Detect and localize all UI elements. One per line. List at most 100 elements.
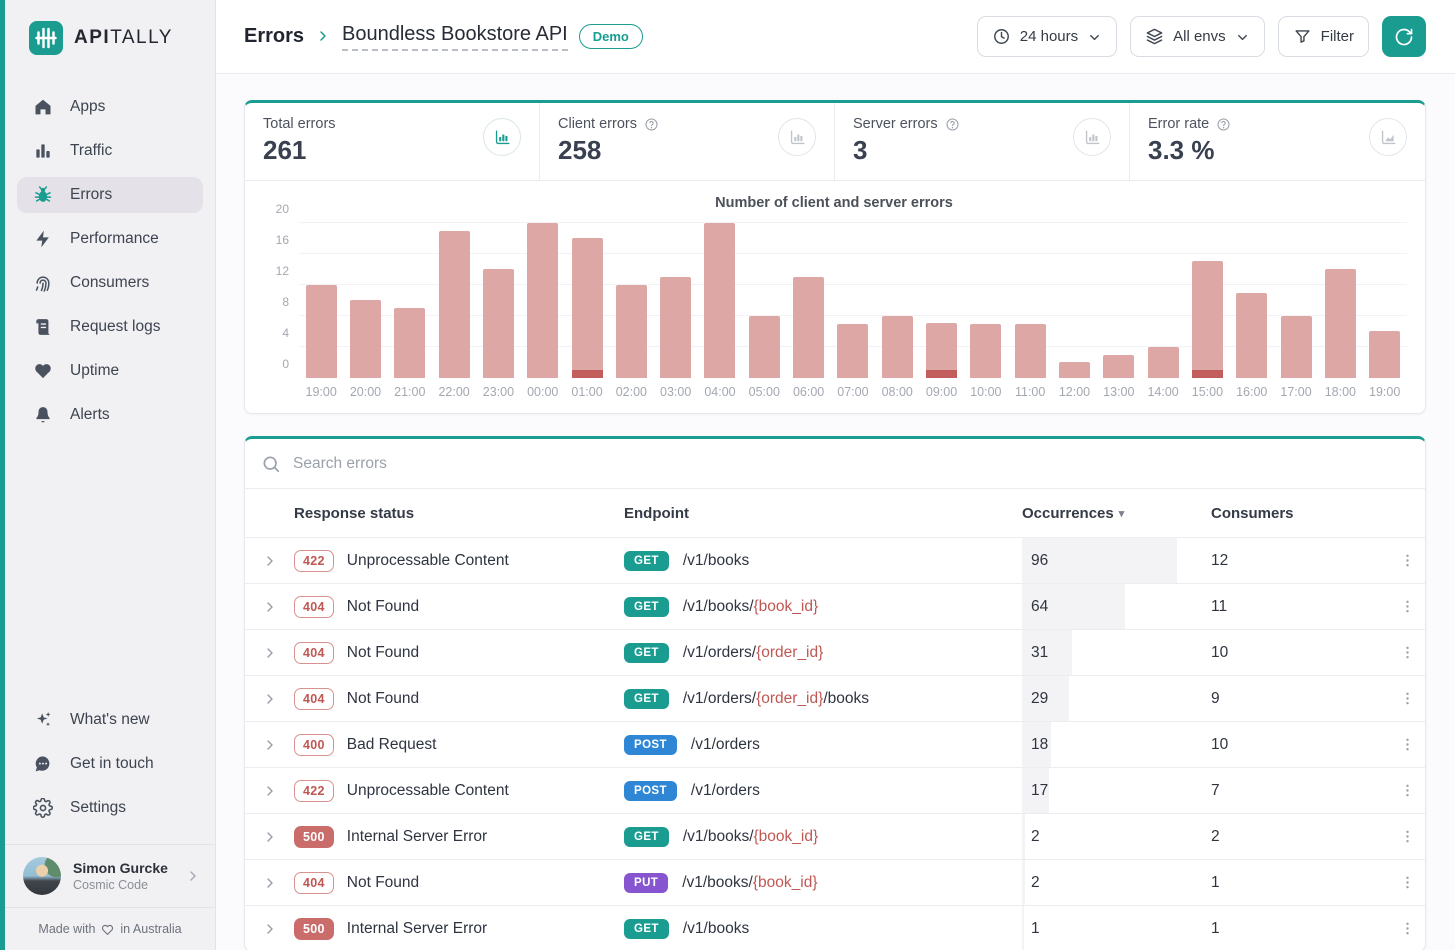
row-menu-button[interactable] [1390, 598, 1425, 615]
chevron-right-icon [185, 868, 201, 884]
stat-card-client-errors[interactable]: Client errors 258 [540, 103, 835, 180]
error-row[interactable]: 404 Not Found GET /v1/orders/{order_id} … [245, 629, 1425, 675]
sidebar-item-alerts[interactable]: Alerts [17, 397, 203, 433]
error-row[interactable]: 404 Not Found GET /v1/books/{book_id} 64… [245, 583, 1425, 629]
expand-row-button[interactable] [245, 783, 294, 799]
error-bar-12:00 [1059, 362, 1090, 378]
path-parameter: {book_id} [753, 874, 818, 891]
chart-x-tick-label: 16:00 [1230, 385, 1274, 399]
sidebar-item-settings[interactable]: Settings [17, 790, 203, 826]
occurrences-value: 2 [1022, 828, 1040, 846]
row-menu-button[interactable] [1390, 828, 1425, 845]
sidebar-item-what-s-new[interactable]: What's new [17, 702, 203, 738]
column-header-endpoint[interactable]: Endpoint [624, 505, 1022, 522]
chart-x-tick-label: 06:00 [786, 385, 830, 399]
kebab-icon [1399, 644, 1416, 661]
column-header-response-status[interactable]: Response status [294, 505, 624, 522]
sidebar-item-label: Uptime [70, 362, 119, 380]
endpoint-path: /v1/orders [691, 736, 760, 754]
error-row[interactable]: 404 Not Found GET /v1/orders/{order_id}/… [245, 675, 1425, 721]
error-row[interactable]: 422 Unprocessable Content GET /v1/books … [245, 537, 1425, 583]
help-icon-wrap[interactable] [945, 116, 960, 132]
row-menu-button[interactable] [1390, 782, 1425, 799]
chart-x-tick-label: 03:00 [654, 385, 698, 399]
stat-label: Client errors [558, 116, 637, 132]
error-bar-16:00 [1236, 293, 1267, 378]
sidebar-item-traffic[interactable]: Traffic [17, 133, 203, 169]
expand-row-button[interactable] [245, 599, 294, 615]
refresh-button[interactable] [1382, 16, 1426, 57]
stats-row: Total errors 261 Client errors 258 Serve… [245, 103, 1425, 181]
chevron-down-icon [1235, 30, 1250, 45]
chevron-right-icon [262, 691, 278, 707]
method-badge: GET [624, 643, 669, 663]
stat-text: Total errors 261 [263, 116, 336, 166]
error-row[interactable]: 422 Unprocessable Content POST /v1/order… [245, 767, 1425, 813]
expand-row-button[interactable] [245, 875, 294, 891]
sidebar-item-get-in-touch[interactable]: Get in touch [17, 746, 203, 782]
filter-button[interactable]: Filter [1278, 16, 1369, 57]
stat-card-error-rate[interactable]: Error rate 3.3 % [1130, 103, 1425, 180]
expand-row-button[interactable] [245, 645, 294, 661]
breadcrumb: Errors Boundless Bookstore API Demo [244, 23, 643, 51]
chart-x-tick-label: 15:00 [1185, 385, 1229, 399]
chevron-right-icon [262, 921, 278, 937]
env-dropdown[interactable]: All envs [1130, 16, 1265, 57]
time-range-dropdown[interactable]: 24 hours [977, 16, 1117, 57]
app-logo-text: APITALLY [74, 27, 173, 49]
sidebar-item-apps[interactable]: Apps [17, 89, 203, 125]
stat-chart-toggle[interactable] [483, 118, 521, 156]
help-icon-wrap[interactable] [644, 116, 659, 132]
chart-bar-slot [299, 223, 343, 378]
consumers-value: 1 [1211, 874, 1390, 892]
error-bar-17:00 [1281, 316, 1312, 378]
expand-row-button[interactable] [245, 921, 294, 937]
expand-row-button[interactable] [245, 737, 294, 753]
row-menu-button[interactable] [1390, 644, 1425, 661]
chart-x-tick-label: 19:00 [299, 385, 343, 399]
endpoint-path: /v1/orders [691, 782, 760, 800]
sidebar-item-label: Performance [70, 230, 159, 248]
error-bar-08:00 [882, 316, 913, 378]
column-header-occurrences[interactable]: Occurrences▾ [1022, 505, 1211, 522]
stat-card-total-errors[interactable]: Total errors 261 [245, 103, 540, 180]
stat-chart-toggle[interactable] [778, 118, 816, 156]
row-menu-button[interactable] [1390, 874, 1425, 891]
sidebar-item-uptime[interactable]: Uptime [17, 353, 203, 389]
stat-bar-icon [493, 128, 512, 147]
error-row[interactable]: 500 Internal Server Error GET /v1/books/… [245, 813, 1425, 859]
stat-chart-toggle[interactable] [1073, 118, 1111, 156]
expand-row-button[interactable] [245, 829, 294, 845]
expand-row-button[interactable] [245, 553, 294, 569]
row-menu-button[interactable] [1390, 920, 1425, 937]
sidebar-item-consumers[interactable]: Consumers [17, 265, 203, 301]
status-code-badge: 500 [294, 826, 334, 848]
row-menu-button[interactable] [1390, 552, 1425, 569]
error-row[interactable]: 500 Internal Server Error GET /v1/books … [245, 905, 1425, 950]
sidebar-item-errors[interactable]: Errors [17, 177, 203, 213]
breadcrumb-app-selector[interactable]: Boundless Bookstore API [342, 23, 568, 51]
stat-card-server-errors[interactable]: Server errors 3 [835, 103, 1130, 180]
filter-label: Filter [1321, 28, 1354, 45]
error-bar-21:00 [394, 308, 425, 378]
user-profile[interactable]: Simon Gurcke Cosmic Code [5, 844, 215, 907]
expand-row-button[interactable] [245, 691, 294, 707]
sidebar-item-request-logs[interactable]: Request logs [17, 309, 203, 345]
chart-x-tick-label: 19:00 [1363, 385, 1407, 399]
sidebar-item-performance[interactable]: Performance [17, 221, 203, 257]
help-icon-wrap[interactable] [1216, 116, 1231, 132]
sidebar: APITALLY Apps Traffic Errors Performance… [5, 0, 216, 950]
search-input[interactable] [293, 455, 1409, 473]
app-logo[interactable]: APITALLY [5, 0, 215, 55]
error-bar-03:00 [660, 277, 691, 378]
row-menu-button[interactable] [1390, 690, 1425, 707]
clock-icon [992, 27, 1011, 46]
row-menu-button[interactable] [1390, 736, 1425, 753]
error-bar-14:00 [1148, 347, 1179, 378]
stat-chart-toggle[interactable] [1369, 118, 1407, 156]
stat-text: Error rate 3.3 % [1148, 116, 1231, 166]
error-bar-01:00 [572, 238, 603, 378]
error-row[interactable]: 404 Not Found PUT /v1/books/{book_id} 2 … [245, 859, 1425, 905]
error-row[interactable]: 400 Bad Request POST /v1/orders 18 10 [245, 721, 1425, 767]
column-header-consumers[interactable]: Consumers [1211, 505, 1390, 522]
